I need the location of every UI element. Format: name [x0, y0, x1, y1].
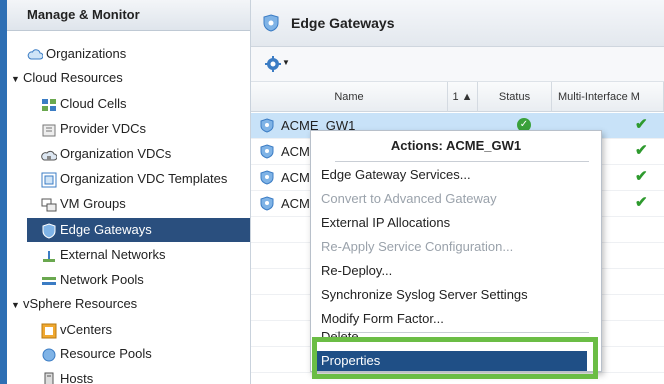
sidebar-item-provider-vdcs[interactable]: Provider VDCs: [41, 117, 146, 141]
edge-gateway-icon: [260, 144, 274, 159]
edge-gateway-icon: [260, 196, 274, 211]
chevron-down-icon: ▼: [282, 58, 290, 67]
sidebar-item-vsphere-resources[interactable]: ▼ vSphere Resources: [11, 292, 137, 316]
sidebar-item-organizations[interactable]: Organizations: [27, 42, 126, 66]
sidebar-item-hosts[interactable]: Hosts: [41, 367, 93, 384]
host-icon: [44, 372, 54, 384]
sidebar-item-label: vSphere Resources: [23, 296, 138, 311]
check-icon: ✔: [635, 194, 648, 211]
sidebar-item-label: Provider VDCs: [60, 121, 146, 136]
sidebar-item-organization-vdcs[interactable]: Organization VDCs: [41, 142, 171, 166]
provider-vdc-icon: [42, 124, 56, 137]
edge-gateway-icon: [263, 14, 279, 32]
sidebar-item-label: Organization VDCs: [60, 146, 172, 161]
sidebar-item-label: Organizations: [46, 46, 127, 61]
sidebar-item-external-networks[interactable]: External Networks: [41, 243, 165, 267]
sidebar-item-label: Resource Pools: [60, 346, 152, 361]
sidebar-item-network-pools[interactable]: Network Pools: [41, 268, 144, 292]
sidebar-item-resource-pools[interactable]: Resource Pools: [41, 342, 152, 366]
column-header-multi-interface[interactable]: Multi-Interface M: [552, 82, 664, 112]
vcenter-icon: [41, 323, 57, 339]
vdc-template-icon: [41, 172, 57, 188]
check-icon: ✔: [635, 116, 648, 133]
menu-item-reapply-service-configuration: Re-Apply Service Configuration...: [321, 239, 514, 254]
sidebar-item-edge-gateways[interactable]: Edge Gateways: [27, 218, 250, 242]
sidebar-item-vm-groups[interactable]: VM Groups: [41, 192, 126, 216]
column-header-sort[interactable]: 1 ▲: [448, 82, 478, 112]
external-network-icon: [43, 250, 55, 262]
sidebar-item-label: Edge Gateways: [60, 222, 152, 237]
cloud-cells-icon: [42, 98, 56, 111]
menu-item-redeploy[interactable]: Re-Deploy...: [321, 259, 392, 283]
menu-item-external-ip-allocations[interactable]: External IP Allocations: [321, 211, 450, 235]
sidebar-item-vcenters[interactable]: vCenters: [41, 318, 112, 342]
caret-down-icon[interactable]: ▼: [11, 67, 23, 91]
left-accent-bar: [0, 0, 7, 384]
gear-icon: [265, 56, 281, 72]
vm-groups-icon: [41, 198, 57, 212]
column-header-name[interactable]: Name: [251, 82, 448, 112]
sidebar-item-cloud-resources[interactable]: ▼ Cloud Resources: [11, 66, 123, 90]
edge-gateway-icon: [260, 118, 274, 133]
cloud-icon: [27, 48, 43, 60]
sidebar-item-label: vCenters: [60, 322, 113, 337]
menu-separator: [335, 161, 589, 162]
toolbar: ▼: [251, 47, 664, 82]
sidebar-header: Manage & Monitor: [7, 0, 250, 31]
sidebar-item-label: Organization VDC Templates: [60, 171, 228, 186]
edge-gateway-icon: [260, 170, 274, 185]
context-menu: Actions: ACME_GW1 Edge Gateway Services.…: [310, 130, 602, 372]
context-menu-title: Actions: ACME_GW1: [390, 138, 522, 153]
check-icon: ✔: [635, 142, 648, 159]
menu-item-convert-to-advanced-gateway: Convert to Advanced Gateway: [321, 191, 497, 206]
check-icon: ✔: [635, 168, 648, 185]
column-header-status[interactable]: Status: [478, 82, 552, 112]
sidebar-item-organization-vdc-templates[interactable]: Organization VDC Templates: [41, 167, 227, 191]
sidebar-item-label: External Networks: [60, 247, 166, 262]
org-vdc-icon: [41, 150, 57, 161]
page-title: Edge Gateways: [291, 15, 395, 31]
highlight-box: [312, 337, 598, 379]
menu-separator: [335, 332, 589, 333]
sidebar-item-label: Hosts: [60, 371, 94, 384]
sidebar-item-label: Cloud Resources: [23, 70, 123, 85]
actions-gear-button[interactable]: ▼: [265, 56, 291, 74]
edge-gateway-icon: [42, 223, 56, 239]
caret-down-icon[interactable]: ▼: [11, 293, 23, 317]
sidebar: Manage & Monitor Organizations ▼ Cloud Re…: [7, 0, 251, 384]
main-header: Edge Gateways: [251, 0, 664, 47]
menu-item-edge-gateway-services[interactable]: Edge Gateway Services...: [321, 163, 471, 187]
network-pool-icon: [42, 276, 56, 285]
menu-item-synchronize-syslog[interactable]: Synchronize Syslog Server Settings: [321, 283, 528, 307]
sidebar-item-label: Network Pools: [60, 272, 144, 287]
resource-pool-icon: [42, 348, 56, 362]
sidebar-item-cloud-cells[interactable]: Cloud Cells: [41, 92, 126, 116]
sidebar-item-label: Cloud Cells: [60, 96, 127, 111]
sidebar-item-label: VM Groups: [60, 196, 126, 211]
